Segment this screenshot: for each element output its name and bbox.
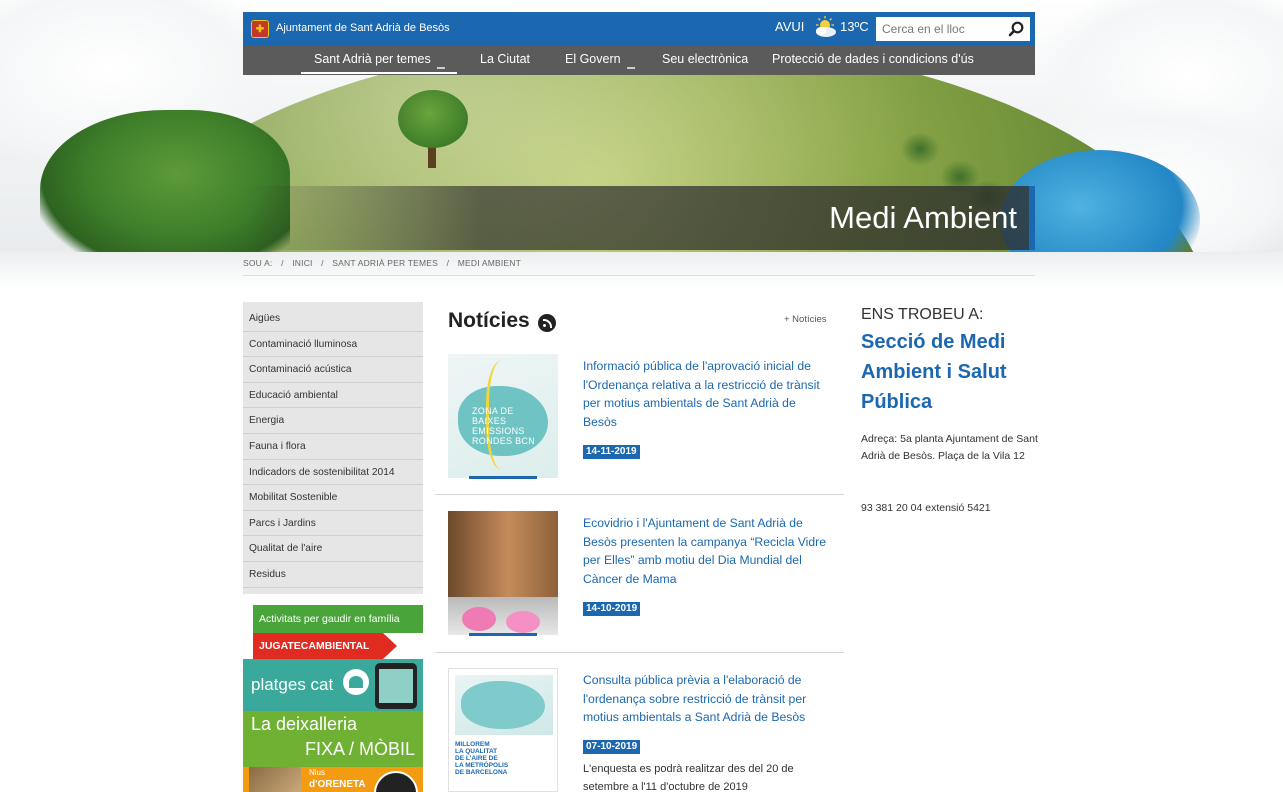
sidebar-item-energia[interactable]: Energia xyxy=(243,408,423,434)
contact-department-link[interactable]: Secció de Medi Ambient i Salut Pública xyxy=(861,327,1041,417)
contact-phone: 93 381 20 04 extensió 5421 xyxy=(861,502,991,514)
nav-active-underline xyxy=(301,72,457,74)
search-icon[interactable] xyxy=(1007,20,1025,38)
news-section-title: Notícies xyxy=(448,309,530,332)
news-item-title[interactable]: Informació pública de l'aprovació inicia… xyxy=(583,357,831,431)
sidebar-menu: Aigües Contaminació lluminosa Contaminac… xyxy=(243,302,423,594)
news-image-consulta[interactable]: MILLOREM LA QUALITAT DE L'AIRE DE LA MET… xyxy=(448,668,558,792)
sidebar-item-educacio-ambiental[interactable]: Educació ambiental xyxy=(243,383,423,409)
sidebar-item-mobilitat-sostenible[interactable]: Mobilitat Sostenible xyxy=(243,485,423,511)
deixalleria-subtitle: FIXA / MÒBIL xyxy=(304,739,415,759)
nav-item-la-ciutat[interactable]: La Ciutat xyxy=(480,52,530,66)
deixalleria-title: La deixalleria xyxy=(251,714,358,734)
rss-icon[interactable] xyxy=(538,314,556,332)
news-image-zbe[interactable]: ZONA DE BAIXES EMISSIONS RONDES BCN xyxy=(448,354,558,478)
breadcrumb-item-inici[interactable]: INICI xyxy=(292,258,312,268)
breadcrumb-separator: / xyxy=(281,258,284,268)
nius-oreneta-banner[interactable]: Nius d'ORENETA xyxy=(243,767,423,792)
camera-icon xyxy=(374,771,418,792)
breadcrumb-separator: / xyxy=(446,258,450,268)
sidebar-item-contaminacio-lluminosa[interactable]: Contaminació lluminosa xyxy=(243,332,423,358)
news-item-title[interactable]: Consulta pública prèvia a l'elaboració d… xyxy=(583,671,831,727)
nav-item-proteccio-dades[interactable]: Protecció de dades i condicions d'ús xyxy=(772,52,974,66)
contact-address: Adreça: 5a planta Ajuntament de Sant Adr… xyxy=(861,433,1038,462)
news-item-title[interactable]: Ecovidrio i l'Ajuntament de Sant Adrià d… xyxy=(583,514,831,588)
sidebar-item-aigues[interactable]: Aigües xyxy=(243,306,423,332)
sidebar-item-fauna-i-flora[interactable]: Fauna i flora xyxy=(243,434,423,460)
news-date: 14-10-2019 xyxy=(583,602,641,616)
smartphone-icon xyxy=(375,663,417,709)
nav-item-seu-electronica[interactable]: Seu electrònica xyxy=(662,52,748,66)
news-item-summary: L'enquesta es podrà realitzar des del 20… xyxy=(583,763,794,792)
temperature-value: 13ºC xyxy=(840,19,869,34)
family-activities-label: Activitats per gaudir en família xyxy=(253,605,423,633)
site-name-link[interactable]: Ajuntament de Sant Adrià de Besòs xyxy=(276,22,450,34)
deixalleria-banner[interactable]: La deixalleria FIXA / MÒBIL xyxy=(243,711,423,767)
news-image-ecovidrio[interactable] xyxy=(448,511,558,635)
top-bar: ✚ Ajuntament de Sant Adrià de Besòs AVUI… xyxy=(243,12,1035,46)
chevron-down-icon xyxy=(436,67,445,69)
bird-nest-photo xyxy=(249,767,301,792)
breadcrumb-prefix: SOU A: xyxy=(243,258,273,268)
platges-cat-label: platges cat xyxy=(251,675,334,694)
tree-image xyxy=(398,90,468,148)
hero-title-bar: Medi Ambient xyxy=(243,186,1029,250)
hero-title-accent xyxy=(1029,186,1035,250)
nav-item-sant-adria-per-temes[interactable]: Sant Adrià per temes xyxy=(314,52,445,69)
chevron-down-icon xyxy=(626,67,635,69)
more-news-link[interactable]: + Notícies xyxy=(784,314,827,325)
main-nav: Sant Adrià per temes La Ciutat El Govern… xyxy=(243,46,1035,75)
contact-heading: ENS TROBEU A: xyxy=(861,306,984,323)
sidebar-item-parcs-i-jardins[interactable]: Parcs i Jardins xyxy=(243,511,423,537)
breadcrumb-separator: / xyxy=(321,258,324,268)
jugatec-banner[interactable]: Activitats per gaudir en família JUGATEC… xyxy=(243,605,423,659)
breadcrumb-item-medi-ambient: MEDI AMBIENT xyxy=(457,258,522,268)
poster-image-text: MILLOREM LA QUALITAT DE L'AIRE DE LA MET… xyxy=(455,741,509,776)
jugatec-label: JUGATECAMBIENTAL xyxy=(253,633,383,659)
sidebar-item-residus[interactable]: Residus xyxy=(243,562,423,588)
sidebar-item-qualitat-aire[interactable]: Qualitat de l'aire xyxy=(243,536,423,562)
weather-label: AVUI xyxy=(775,19,805,34)
nav-item-el-govern[interactable]: El Govern xyxy=(565,52,635,69)
sun-cloud-weather-icon xyxy=(816,16,836,37)
sidebar-item-contaminacio-acustica[interactable]: Contaminació acústica xyxy=(243,357,423,383)
sidebar-item-indicadors-sostenibilitat[interactable]: Indicadors de sostenibilitat 2014 xyxy=(243,460,423,486)
heart-icon xyxy=(343,669,369,695)
breadcrumb: SOU A: / INICI / SANT ADRIÀ PER TEMES / … xyxy=(243,258,527,268)
news-date: 07-10-2019 xyxy=(583,740,641,754)
breadcrumb-item-sant-adria-per-temes[interactable]: SANT ADRIÀ PER TEMES xyxy=(332,258,438,268)
page-title: Medi Ambient xyxy=(829,200,1017,235)
city-logo-icon[interactable]: ✚ xyxy=(251,20,269,38)
news-date: 14-11-2019 xyxy=(583,445,640,459)
zbe-image-text: ZONA DE BAIXES EMISSIONS RONDES BCN xyxy=(472,406,536,446)
palm-tree-image xyxy=(900,132,940,166)
platges-cat-banner[interactable]: platges cat xyxy=(243,659,423,711)
